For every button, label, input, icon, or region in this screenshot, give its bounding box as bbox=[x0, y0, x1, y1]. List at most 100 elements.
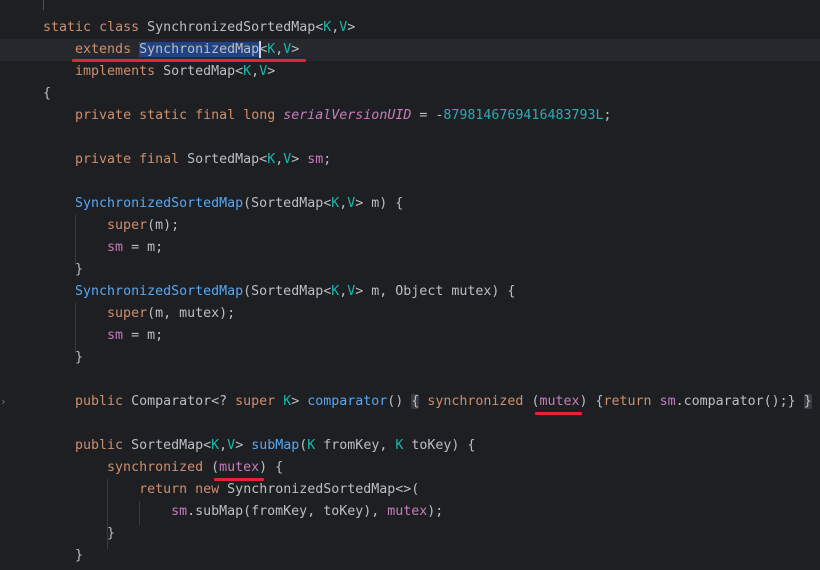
code-token: SynchronizedSortedMap bbox=[75, 284, 244, 299]
code-line-20[interactable]: public SortedMap<K,V> subMap(K fromKey, … bbox=[43, 435, 475, 457]
code-token: final bbox=[195, 108, 236, 123]
code-token: , bbox=[219, 438, 228, 453]
code-token: ; bbox=[323, 152, 332, 167]
code-line-4[interactable]: { bbox=[43, 83, 51, 105]
code-token: serialVersionUID bbox=[283, 108, 412, 123]
code-token: K bbox=[211, 438, 220, 453]
code-token: K bbox=[267, 152, 276, 167]
code-token: () bbox=[387, 394, 412, 409]
code-token: subMap bbox=[251, 438, 300, 453]
code-line-16[interactable]: } bbox=[43, 347, 83, 369]
code-token: comparator bbox=[307, 394, 388, 409]
code-token: > bbox=[291, 394, 308, 409]
code-token: static bbox=[139, 108, 188, 123]
code-token: < bbox=[259, 42, 268, 57]
code-token: ) { bbox=[259, 460, 284, 475]
code-token: mutex bbox=[219, 460, 260, 475]
code-token: > bbox=[347, 20, 356, 35]
code-token: SortedMap< bbox=[155, 64, 244, 79]
code-token: = - bbox=[411, 108, 444, 123]
code-token: (m, mutex); bbox=[147, 306, 236, 321]
code-line-24[interactable]: } bbox=[43, 523, 115, 545]
code-line-13[interactable]: SynchronizedSortedMap(SortedMap<K,V> m, … bbox=[43, 281, 515, 303]
code-line-5[interactable]: private static final long serialVersionU… bbox=[43, 105, 612, 127]
code-token: > bbox=[291, 42, 300, 57]
code-token: > bbox=[267, 64, 276, 79]
code-token: } bbox=[43, 548, 84, 563]
code-token: SynchronizedSortedMap< bbox=[139, 20, 324, 35]
red-underline-extends bbox=[72, 59, 306, 62]
code-token: > m) { bbox=[355, 196, 404, 211]
code-line-14[interactable]: super(m, mutex); bbox=[43, 303, 235, 325]
code-token: (SortedMap< bbox=[243, 284, 332, 299]
code-token: private bbox=[75, 108, 132, 123]
code-token: public bbox=[75, 438, 124, 453]
code-token: sm bbox=[307, 152, 324, 167]
code-token: public bbox=[75, 394, 124, 409]
code-token: private bbox=[75, 152, 132, 167]
code-line-21[interactable]: synchronized (mutex) { bbox=[43, 457, 283, 479]
code-token: extends bbox=[75, 42, 132, 57]
code-line-23[interactable]: sm.subMap(fromKey, toKey), mutex); bbox=[43, 501, 443, 523]
code-token: ; bbox=[603, 108, 612, 123]
code-line-3[interactable]: implements SortedMap<K,V> bbox=[43, 61, 275, 83]
code-line-22[interactable]: return new SynchronizedSortedMap<>( bbox=[43, 479, 419, 501]
gutter-change-marker bbox=[43, 0, 44, 10]
code-token: sm bbox=[171, 504, 188, 519]
code-token: SortedMap< bbox=[179, 152, 268, 167]
code-line-18[interactable]: public Comparator<? super K> comparator(… bbox=[43, 391, 812, 413]
code-line-10[interactable]: super(m); bbox=[43, 215, 179, 237]
code-token: .subMap(fromKey, toKey), bbox=[187, 504, 388, 519]
code-token: long bbox=[243, 108, 276, 123]
code-line-7[interactable]: private final SortedMap<K,V> sm; bbox=[43, 149, 331, 171]
code-line-15[interactable]: sm = m; bbox=[43, 325, 163, 347]
fold-chevron-icon[interactable]: › bbox=[0, 395, 7, 408]
code-token: synchronized bbox=[427, 394, 524, 409]
code-line-11[interactable]: sm = m; bbox=[43, 237, 163, 259]
code-line-9[interactable]: SynchronizedSortedMap(SortedMap<K,V> m) … bbox=[43, 193, 403, 215]
code-token: static bbox=[43, 20, 92, 35]
code-token: Comparator<? bbox=[123, 394, 236, 409]
code-token: > m, Object mutex) { bbox=[355, 284, 516, 299]
code-line-12[interactable]: } bbox=[43, 259, 83, 281]
code-token: .comparator();} bbox=[675, 394, 804, 409]
code-token: SynchronizedSortedMap bbox=[75, 196, 244, 211]
code-token: ); bbox=[427, 504, 444, 519]
code-token: fromKey, bbox=[315, 438, 396, 453]
code-token: { bbox=[43, 86, 52, 101]
code-token: super bbox=[107, 306, 148, 321]
code-line-1[interactable]: static class SynchronizedSortedMap<K,V> bbox=[43, 17, 355, 39]
code-token: toKey) { bbox=[403, 438, 476, 453]
code-token: super bbox=[235, 394, 276, 409]
red-underline-mutex-submap bbox=[214, 478, 264, 481]
code-editor[interactable]: › static class SynchronizedSortedMap<K,V… bbox=[0, 0, 820, 570]
code-token: = m; bbox=[123, 240, 164, 255]
code-token: SynchronizedMap bbox=[139, 42, 260, 57]
code-token: ( bbox=[523, 394, 540, 409]
code-token: } bbox=[803, 394, 812, 409]
code-token: ( bbox=[203, 460, 220, 475]
code-token: return bbox=[139, 482, 188, 497]
code-token: mutex bbox=[387, 504, 428, 519]
red-underline-mutex-comparator bbox=[535, 412, 582, 415]
code-line-2[interactable]: extends SynchronizedMap<K,V> bbox=[43, 39, 299, 61]
code-token: 8798146769416483793L bbox=[443, 108, 604, 123]
code-token: synchronized bbox=[107, 460, 204, 475]
code-token: (SortedMap< bbox=[243, 196, 332, 211]
code-token: K bbox=[243, 64, 252, 79]
code-line-25[interactable]: } bbox=[43, 545, 83, 567]
